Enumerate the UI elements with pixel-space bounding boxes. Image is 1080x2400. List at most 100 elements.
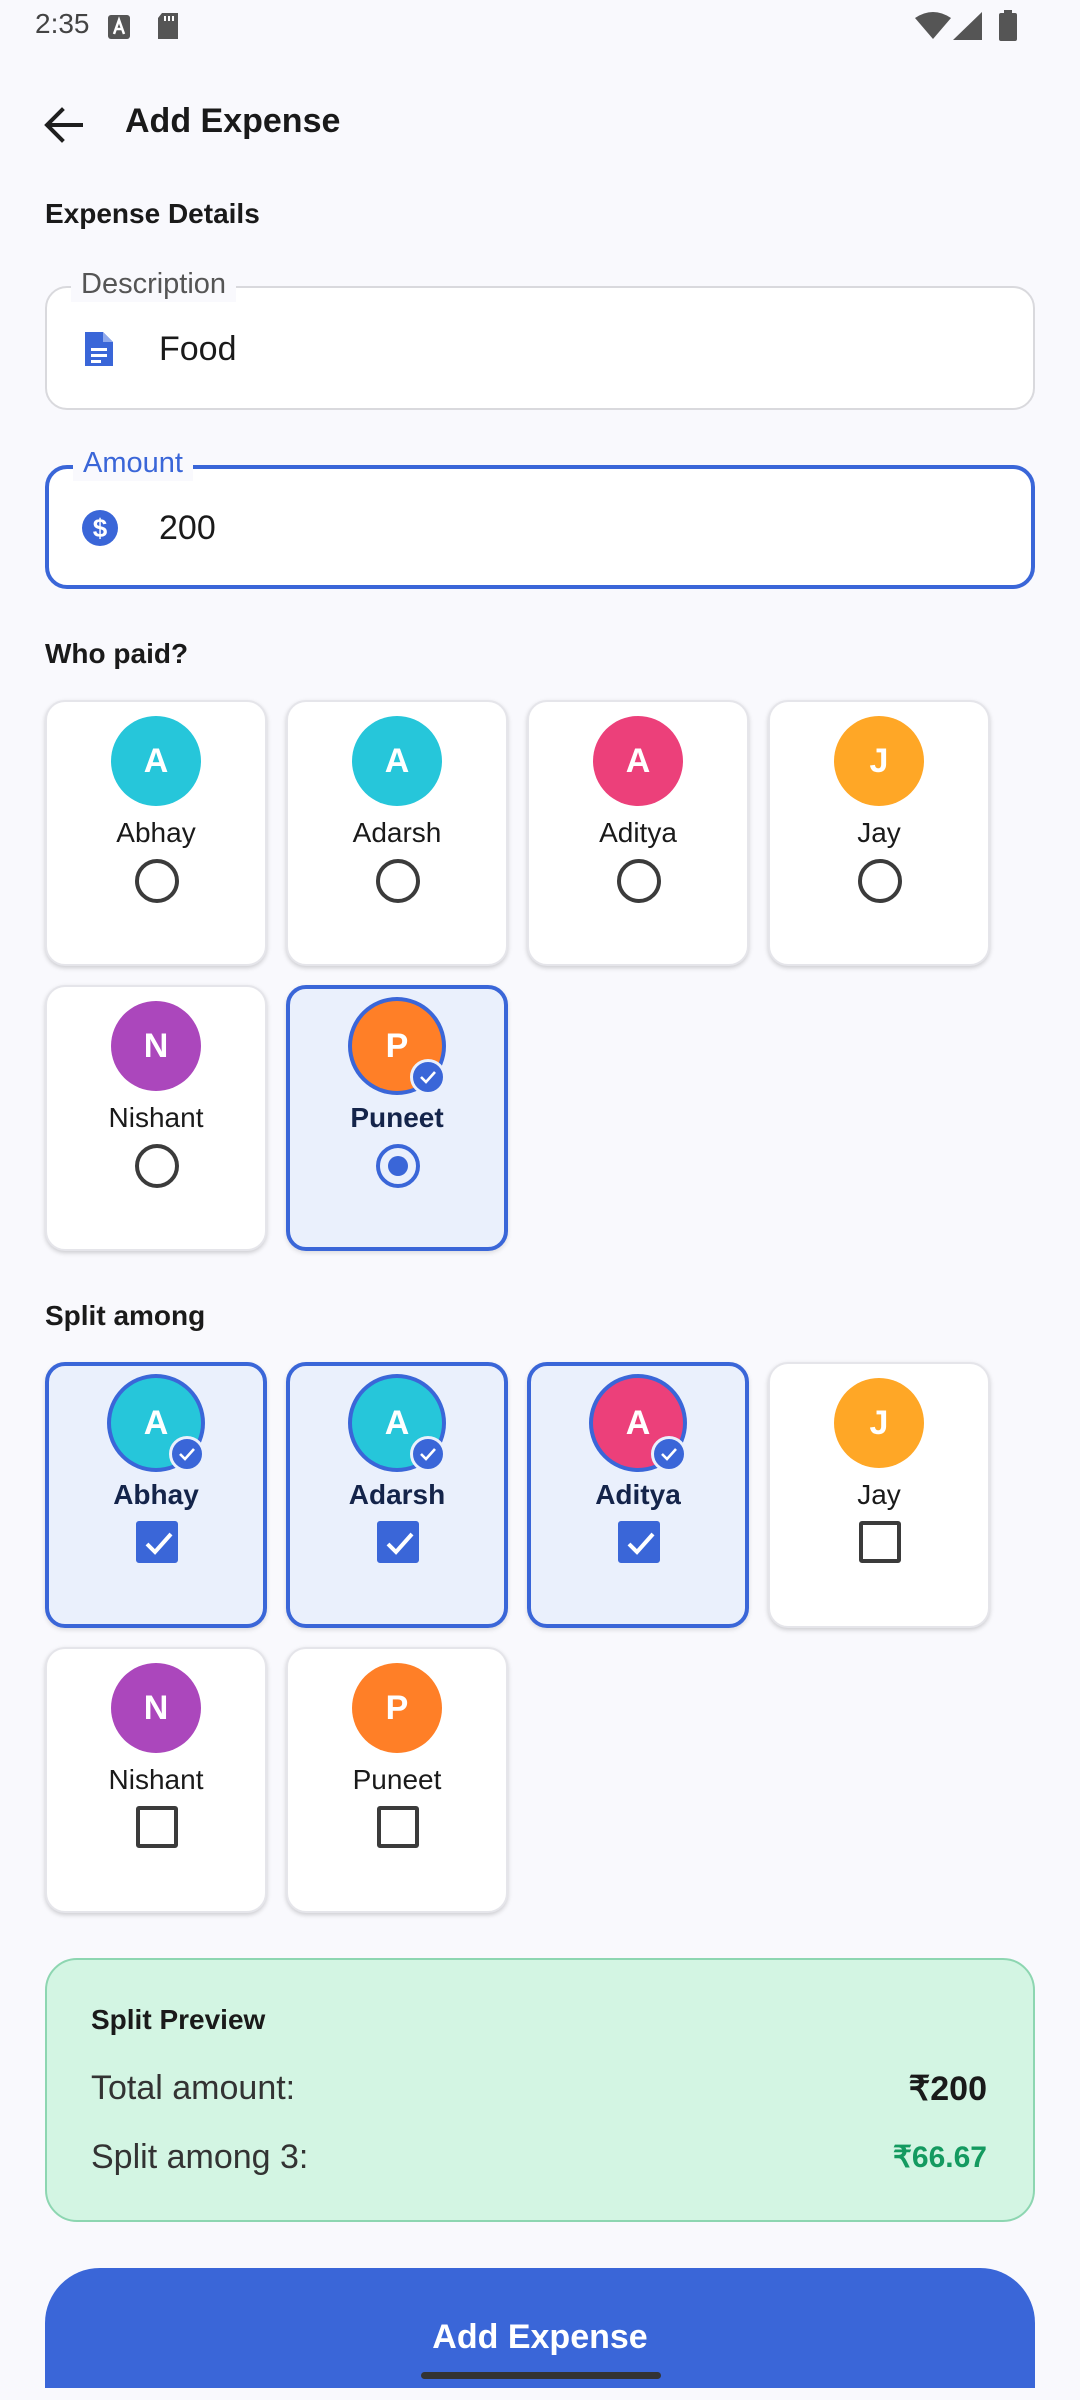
person-name: Puneet — [350, 1102, 444, 1133]
back-button[interactable] — [38, 102, 88, 148]
avatar-initial: P — [385, 1026, 409, 1065]
description-field[interactable]: Description — [45, 266, 1035, 410]
svg-text:$: $ — [93, 513, 108, 543]
avatar-initial: A — [384, 741, 410, 780]
split-checkbox[interactable] — [618, 1521, 660, 1563]
avatar: A — [593, 1378, 687, 1472]
selected-check-icon — [651, 1436, 687, 1472]
split-card[interactable]: A Abhay — [45, 1362, 267, 1628]
payer-card[interactable]: N Nishant — [45, 985, 267, 1251]
avatar: P — [352, 1001, 446, 1095]
avatar: A — [111, 1378, 205, 1472]
payer-card[interactable]: J Jay — [768, 700, 990, 966]
avatar: A — [111, 716, 201, 806]
split-checkbox[interactable] — [377, 1806, 419, 1848]
amount-label: Amount — [73, 445, 193, 481]
person-name: Abhay — [113, 1479, 199, 1510]
avatar: J — [834, 1378, 924, 1468]
payer-radio[interactable] — [858, 859, 902, 903]
payer-radio[interactable] — [135, 1144, 179, 1188]
selected-check-icon — [169, 1436, 205, 1472]
avatar-initial: A — [384, 1403, 410, 1442]
avatar: J — [834, 716, 924, 806]
payer-radio[interactable] — [376, 859, 420, 903]
avatar: A — [352, 1378, 446, 1472]
avatar-initial: P — [385, 1688, 409, 1727]
total-amount-label: Total amount: — [91, 2069, 296, 2107]
radio-dot — [388, 1156, 408, 1176]
wifi-icon — [915, 12, 951, 45]
person-name: Adarsh — [348, 1479, 446, 1510]
person-name: Jay — [857, 1479, 901, 1510]
avatar: P — [352, 1663, 442, 1753]
payer-card[interactable]: A Abhay — [45, 700, 267, 966]
avatar-initial: A — [143, 741, 169, 780]
person-name: Adarsh — [352, 817, 442, 848]
selected-check-icon — [410, 1436, 446, 1472]
checkmark-icon — [627, 1532, 655, 1555]
avatar: N — [111, 1001, 201, 1091]
payer-radio[interactable] — [617, 859, 661, 903]
person-name: Nishant — [108, 1102, 204, 1133]
avatar-initial: A — [625, 1403, 651, 1442]
notification-a-icon — [107, 14, 131, 45]
split-checkbox[interactable] — [859, 1521, 901, 1563]
split-among-heading: Split among — [45, 1300, 206, 1331]
avatar: A — [352, 716, 442, 806]
split-checkbox[interactable] — [136, 1806, 178, 1848]
avatar-initial: J — [869, 741, 889, 780]
split-per-person-value: ₹66.67 — [892, 2141, 987, 2174]
split-count-label: Split among 3: — [91, 2138, 309, 2176]
avatar-initial: J — [869, 1403, 889, 1442]
description-input[interactable] — [159, 324, 999, 374]
gesture-bar[interactable] — [421, 2372, 661, 2379]
amount-input[interactable] — [159, 503, 999, 553]
total-amount-value: ₹200 — [908, 2070, 987, 2108]
payer-card[interactable]: P Puneet — [286, 985, 508, 1251]
arrow-back-icon — [44, 107, 83, 143]
split-checkbox[interactable] — [136, 1521, 178, 1563]
payer-radio[interactable] — [135, 859, 179, 903]
person-name: Puneet — [352, 1764, 442, 1795]
status-bar: 2:35 — [0, 0, 1080, 54]
split-card[interactable]: N Nishant — [45, 1647, 267, 1913]
person-name: Jay — [857, 817, 901, 848]
person-name: Aditya — [599, 817, 677, 848]
document-icon — [81, 330, 117, 368]
payer-card[interactable]: A Adarsh — [286, 700, 508, 966]
expense-details-heading: Expense Details — [45, 198, 260, 229]
battery-icon — [998, 10, 1018, 47]
avatar: N — [111, 1663, 201, 1753]
add-expense-button-label: Add Expense — [432, 2318, 648, 2356]
avatar-initial: A — [143, 1403, 169, 1442]
split-preview-title: Split Preview — [91, 2004, 266, 2035]
avatar: A — [593, 716, 683, 806]
split-card[interactable]: J Jay — [768, 1362, 990, 1628]
add-expense-button[interactable]: Add Expense — [45, 2268, 1035, 2388]
split-card[interactable]: P Puneet — [286, 1647, 508, 1913]
avatar-initial: A — [625, 741, 651, 780]
cell-signal-icon — [953, 12, 983, 45]
payer-radio[interactable] — [376, 1144, 420, 1188]
split-preview-card: Split Preview Total amount: ₹200 Split a… — [45, 1958, 1035, 2222]
dollar-icon: $ — [81, 509, 118, 547]
sd-card-icon — [155, 12, 181, 45]
person-name: Nishant — [108, 1764, 204, 1795]
status-time: 2:35 — [35, 8, 90, 39]
app-bar: Add Expense — [0, 80, 1080, 170]
payer-card[interactable]: A Aditya — [527, 700, 749, 966]
split-card[interactable]: A Aditya — [527, 1362, 749, 1628]
amount-field[interactable]: Amount $ — [45, 445, 1035, 589]
description-label: Description — [71, 266, 237, 302]
page-title: Add Expense — [125, 102, 341, 140]
split-card[interactable]: A Adarsh — [286, 1362, 508, 1628]
who-paid-heading: Who paid? — [45, 638, 189, 669]
avatar-initial: N — [143, 1688, 169, 1727]
checkmark-icon — [145, 1532, 173, 1555]
split-checkbox[interactable] — [377, 1521, 419, 1563]
person-name: Abhay — [116, 817, 196, 848]
avatar-initial: N — [143, 1026, 169, 1065]
person-name: Aditya — [595, 1479, 681, 1510]
selected-check-icon — [410, 1059, 446, 1095]
checkmark-icon — [386, 1532, 414, 1555]
